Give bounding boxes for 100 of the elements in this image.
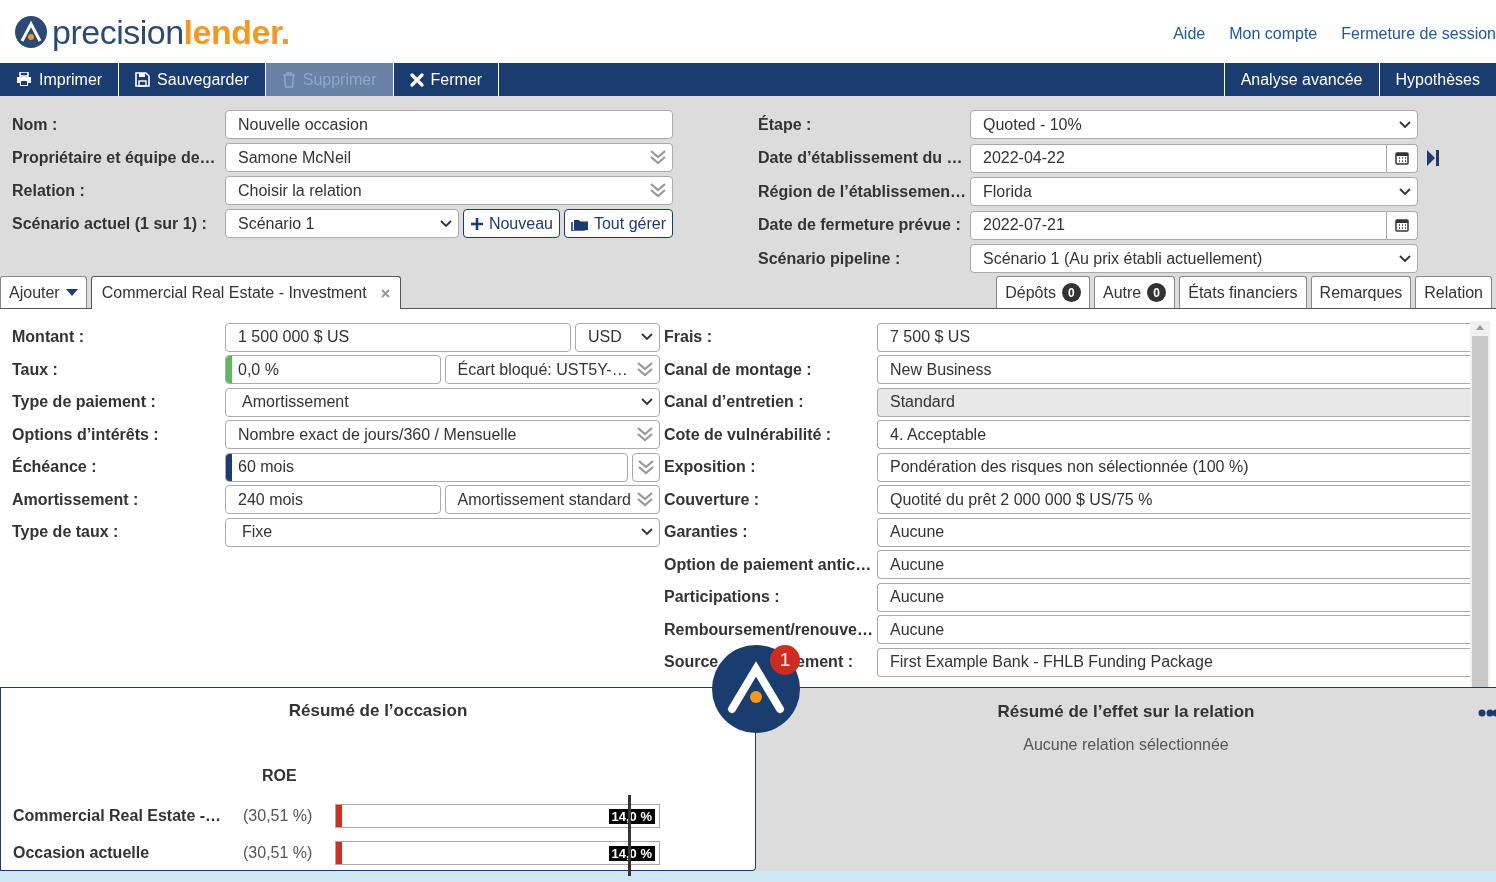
combo-box[interactable]: Nombre exact de jours/360 / Mensuelle <box>225 420 660 450</box>
dropdown[interactable]: Amortissement <box>225 387 660 417</box>
date-field[interactable]: 2022-04-22 <box>970 143 1387 173</box>
chevron-down-icon <box>641 528 653 537</box>
combo-box[interactable]: Écart bloqué: UST5Y-… <box>444 355 660 385</box>
column-header: ROE <box>262 766 297 784</box>
row-label: Commercial Real Estate -… <box>13 807 222 824</box>
dropdown[interactable]: Pondération des risques non sélectionnée (100 %) <box>877 452 1470 482</box>
printer-icon <box>16 72 32 87</box>
dropdown[interactable]: 7 500 $ US <box>877 322 1470 352</box>
chevron-down-icon <box>1399 254 1411 263</box>
field-label: Type de paiement : <box>12 393 156 411</box>
calendar-button[interactable] <box>1387 210 1418 240</box>
text-field[interactable]: 0,0 % <box>225 355 441 385</box>
caret-down-icon <box>65 289 78 296</box>
field-label: Scénario actuel (1 sur 1) : <box>12 214 207 232</box>
field-label: Date de fermeture prévue : <box>758 216 961 234</box>
field-label: Couverture : <box>664 489 760 510</box>
panel-title: Résumé de l’effet sur la relation <box>997 702 1255 721</box>
combo-box[interactable]: Amortissement standard <box>444 485 660 515</box>
chevron-down-icon <box>641 398 653 407</box>
close-icon <box>409 72 424 87</box>
combo-box[interactable]: Samone McNeil <box>225 143 673 172</box>
plus-icon <box>469 216 484 231</box>
field-label: Date d’établissement du … <box>758 149 963 167</box>
section-tab[interactable]: Remarques <box>1310 276 1412 308</box>
chevron-down-icon <box>1399 120 1411 129</box>
field-label: Région de l’établissemen… <box>758 182 967 200</box>
scenario-button[interactable]: Tout gérer <box>563 209 673 238</box>
calendar-button[interactable] <box>1387 143 1418 173</box>
field-label: Nom : <box>12 115 58 133</box>
field-label: Échéance : <box>12 458 97 476</box>
field-label: Garanties : <box>664 522 748 543</box>
product-tab[interactable]: Commercial Real Estate - Investment <box>90 276 401 309</box>
field-label: Canal de montage : <box>664 359 812 380</box>
dropdown[interactable]: Aucune <box>877 615 1470 645</box>
close-icon[interactable] <box>380 288 390 298</box>
field-label: Frais : <box>664 327 712 348</box>
dropdown[interactable]: Quotité du prêt 2 000 000 $ US/75 % <box>877 485 1470 515</box>
field-label: Participations : <box>664 587 780 608</box>
field-label: Étape : <box>758 115 812 133</box>
chevron-down-icon <box>1399 187 1411 196</box>
dropdown[interactable]: New Business <box>877 355 1470 385</box>
section-tab[interactable]: Dépôts 0 <box>996 276 1090 308</box>
field-label: Source <box>664 652 719 673</box>
text-field[interactable]: 240 mois <box>225 485 441 515</box>
dropdown[interactable]: Scénario 1 <box>225 209 459 238</box>
field-label: Cote de vulnérabilité : <box>664 424 832 445</box>
roe-value: (30,51 %) <box>243 807 313 824</box>
panel-title: Résumé de l’occasion <box>288 701 468 720</box>
dropdown[interactable]: Aucune <box>877 582 1470 612</box>
row-label: Occasion actuelle <box>13 844 150 861</box>
scenario-button[interactable]: Nouveau <box>462 209 560 238</box>
field-label: Montant : <box>12 328 84 346</box>
field-label: Canal d’entretien : <box>664 392 804 413</box>
logo: precisionlender. <box>14 14 290 49</box>
calendar-icon <box>1395 151 1409 166</box>
more-icon[interactable] <box>1478 709 1496 717</box>
field-label: Scénario pipeline : <box>758 249 901 267</box>
dropdown[interactable]: Aucune <box>877 517 1470 547</box>
combo-box[interactable]: Choisir la relation <box>225 176 673 205</box>
field-label: Taux : <box>12 360 58 378</box>
text-field[interactable]: 1 500 000 $ US <box>225 322 571 352</box>
field-label: Option de paiement antic… <box>664 554 872 575</box>
double-chevron-icon <box>650 150 666 165</box>
dropdown[interactable]: Aucune <box>877 550 1470 580</box>
notification-badge: 1 <box>770 645 800 675</box>
double-chevron-icon <box>637 427 653 443</box>
header-link[interactable]: Mon compte <box>1229 21 1318 46</box>
field-label: Options d’intérêts : <box>12 425 159 443</box>
dropdown-button[interactable] <box>632 452 660 482</box>
dropdown[interactable]: USD <box>575 322 660 352</box>
double-chevron-icon <box>650 183 666 198</box>
header-link[interactable]: Aide <box>1173 21 1206 46</box>
section-tab[interactable]: États financiers <box>1179 276 1307 308</box>
chevron-down-icon <box>439 219 452 228</box>
dropdown[interactable]: First Example Bank - FHLB Funding Package <box>877 647 1470 677</box>
double-chevron-icon <box>637 362 653 378</box>
skip-forward-icon[interactable] <box>1426 149 1440 168</box>
dropdown: Standard <box>877 387 1470 417</box>
dropdown[interactable]: Quoted - 10% <box>970 110 1418 140</box>
dropdown[interactable]: Florida <box>970 177 1418 207</box>
section-tab[interactable]: Autre 0 <box>1093 276 1176 308</box>
date-field[interactable]: 2022-07-21 <box>970 210 1387 240</box>
text-field[interactable]: 60 mois <box>225 452 628 482</box>
chevron-down-icon <box>641 333 653 342</box>
count-badge: 0 <box>1061 283 1081 302</box>
header-link[interactable]: Fermeture de session <box>1341 21 1496 46</box>
trash-icon <box>281 71 296 88</box>
add-dropdown[interactable]: Ajouter <box>0 276 87 308</box>
dropdown[interactable]: Fixe <box>225 517 660 547</box>
scrollbar[interactable] <box>1470 321 1490 687</box>
section-tab[interactable]: Relation <box>1415 276 1492 308</box>
field-label: Remboursement/renouve… <box>664 619 873 640</box>
field-label: Amortissement : <box>12 490 139 508</box>
dropdown[interactable]: 4. Acceptable <box>877 420 1470 450</box>
text-field[interactable]: Nouvelle occasion <box>225 110 673 139</box>
dropdown[interactable]: Scénario 1 (Au prix établi actuellement) <box>970 244 1418 274</box>
empty-message: Aucune relation sélectionnée <box>1023 735 1229 753</box>
roe-value: (30,51 %) <box>243 844 313 861</box>
